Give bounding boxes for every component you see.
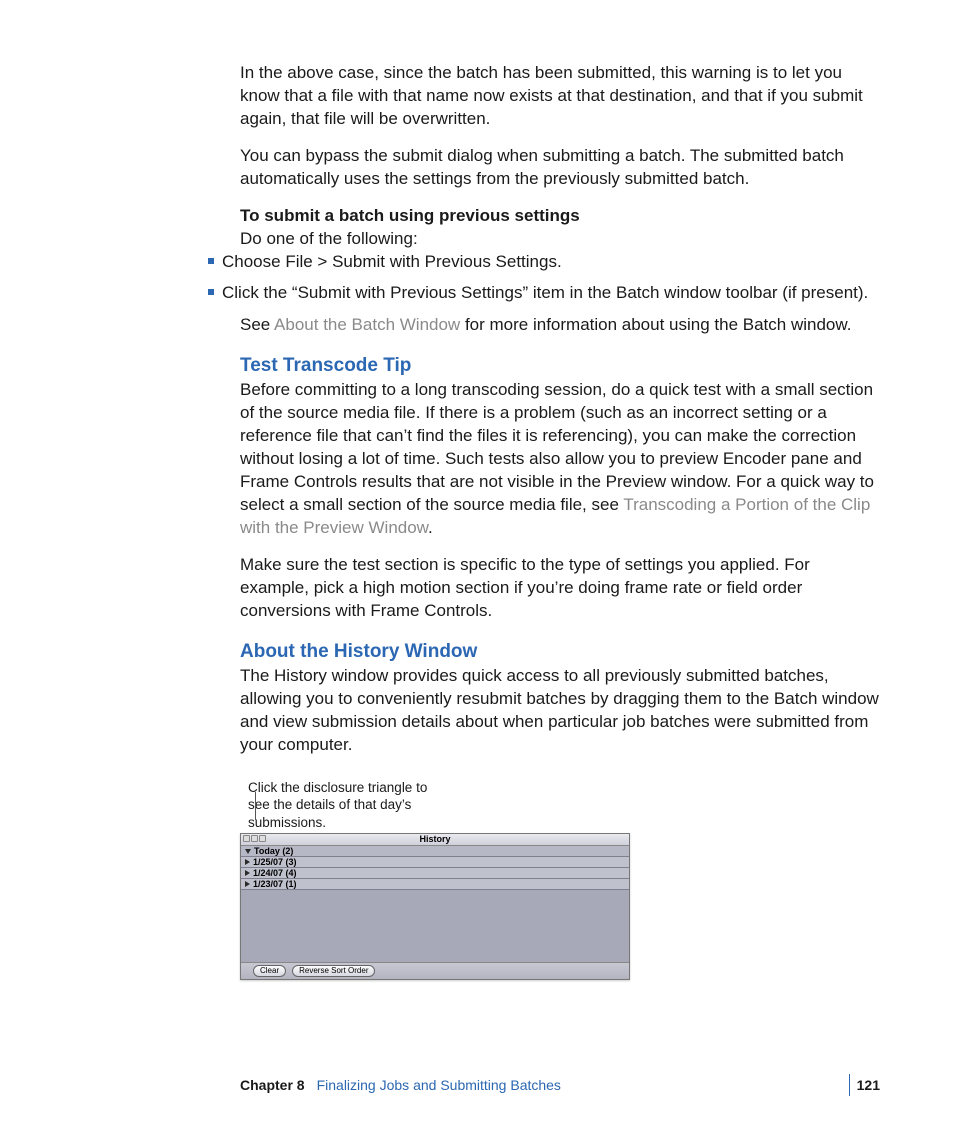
window-controls[interactable]: [243, 835, 266, 842]
page: In the above case, since the batch has b…: [0, 0, 954, 1145]
footer-divider: [849, 1074, 850, 1096]
history-window-body: [241, 890, 629, 962]
text-run: .: [428, 518, 433, 537]
history-row-label: Today (2): [254, 846, 293, 856]
bullet-icon: [208, 289, 214, 295]
instruction-heading: To submit a batch using previous setting…: [240, 206, 580, 225]
paragraph: Make sure the test section is specific t…: [240, 554, 880, 623]
section-heading-test-transcode: Test Transcode Tip: [240, 355, 880, 377]
paragraph: The History window provides quick access…: [240, 665, 880, 757]
bullet-list: Choose File > Submit with Previous Setti…: [240, 251, 880, 305]
history-row[interactable]: 1/24/07 (4): [241, 868, 629, 879]
bullet-icon: [208, 258, 214, 264]
section-heading-history-window: About the History Window: [240, 641, 880, 663]
list-item: Choose File > Submit with Previous Setti…: [222, 251, 880, 274]
text-run: Before committing to a long transcoding …: [240, 380, 874, 514]
paragraph: See About the Batch Window for more info…: [240, 314, 880, 337]
callout-line: [255, 792, 256, 820]
clear-button[interactable]: Clear: [253, 965, 286, 977]
paragraph: In the above case, since the batch has b…: [240, 62, 880, 131]
history-row-label: 1/23/07 (1): [253, 879, 297, 889]
list-item-text: Click the “Submit with Previous Settings…: [222, 283, 868, 302]
history-window-title: History: [419, 834, 450, 844]
disclosure-triangle-icon[interactable]: [245, 849, 251, 854]
list-item: Click the “Submit with Previous Settings…: [222, 282, 880, 305]
disclosure-triangle-icon[interactable]: [245, 859, 250, 865]
disclosure-triangle-icon[interactable]: [245, 870, 250, 876]
paragraph: You can bypass the submit dialog when su…: [240, 145, 880, 191]
history-window-titlebar: History: [241, 834, 629, 846]
figure-callout: Click the disclosure triangle to see the…: [248, 779, 438, 832]
history-row[interactable]: Today (2): [241, 846, 629, 857]
footer-title: Finalizing Jobs and Submitting Batches: [317, 1077, 561, 1093]
cross-reference-link[interactable]: About the Batch Window: [274, 315, 460, 334]
history-row-label: 1/25/07 (3): [253, 857, 297, 867]
history-row-label: 1/24/07 (4): [253, 868, 297, 878]
footer-chapter: Chapter 8: [240, 1077, 305, 1093]
paragraph: Before committing to a long transcoding …: [240, 379, 880, 540]
history-row[interactable]: 1/25/07 (3): [241, 857, 629, 868]
page-footer: Chapter 8 Finalizing Jobs and Submitting…: [0, 1077, 954, 1093]
instruction-sub: Do one of the following:: [240, 229, 418, 248]
instruction-block: To submit a batch using previous setting…: [240, 205, 880, 251]
page-number: 121: [857, 1077, 880, 1093]
history-window-footer: Clear Reverse Sort Order: [241, 962, 629, 979]
history-row[interactable]: 1/23/07 (1): [241, 879, 629, 890]
text-run: for more information about using the Bat…: [460, 315, 851, 334]
text-run: See: [240, 315, 274, 334]
reverse-sort-button[interactable]: Reverse Sort Order: [292, 965, 375, 977]
history-window: History Today (2) 1/25/07 (3) 1/24/07 (4…: [240, 833, 630, 980]
disclosure-triangle-icon[interactable]: [245, 881, 250, 887]
list-item-text: Choose File > Submit with Previous Setti…: [222, 252, 562, 271]
